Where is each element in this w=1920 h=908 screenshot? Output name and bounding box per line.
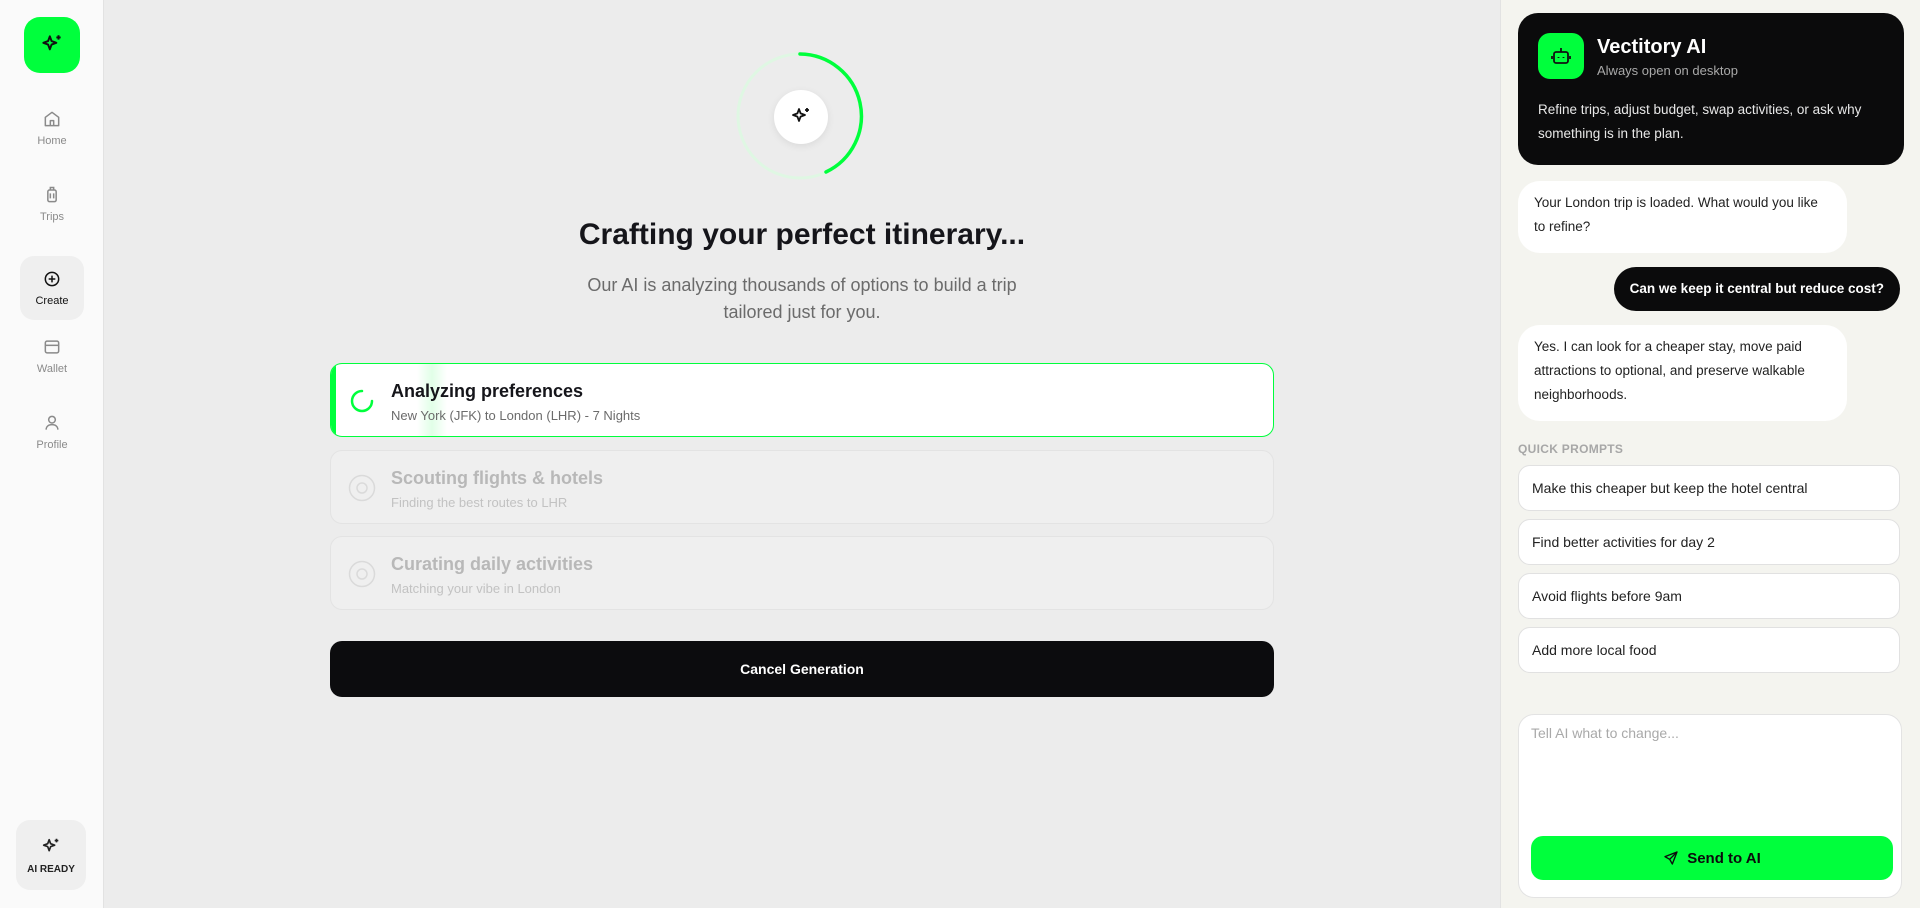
- ai-avatar: [1538, 33, 1584, 79]
- step-analyzing-preferences: Analyzing preferences New York (JFK) to …: [330, 363, 1274, 437]
- step-subtitle: New York (JFK) to London (LHR) - 7 Night…: [391, 408, 641, 423]
- ai-ready-label: AI READY: [27, 863, 75, 875]
- step-subtitle: Matching your vibe in London: [391, 581, 561, 596]
- nav-wallet[interactable]: Wallet: [20, 324, 84, 388]
- sidebar: Home Trips Create Wallet Profile AI READ…: [0, 0, 104, 908]
- chat-composer: Send to AI: [1518, 714, 1902, 898]
- luggage-icon: [47, 186, 57, 203]
- robot-icon: [1551, 48, 1571, 64]
- sparkles-icon: [42, 838, 59, 851]
- quick-prompt[interactable]: Add more local food: [1518, 627, 1900, 673]
- nav-home[interactable]: Home: [20, 96, 84, 160]
- plus-circle-icon: [44, 271, 60, 287]
- pending-circle-icon: [348, 474, 376, 502]
- send-to-ai-button[interactable]: Send to AI: [1531, 836, 1893, 880]
- chat-message-user: Can we keep it central but reduce cost?: [1613, 267, 1900, 311]
- cancel-generation-button[interactable]: Cancel Generation: [330, 641, 1274, 697]
- main-content: Crafting your perfect itinerary... Our A…: [104, 0, 1500, 908]
- nav-wallet-label: Wallet: [36, 363, 68, 375]
- step-scouting-flights: Scouting flights & hotels Finding the be…: [330, 450, 1274, 524]
- ai-assistant-panel: Vectitory AI Always open on desktop Refi…: [1500, 0, 1920, 908]
- quick-prompt[interactable]: Make this cheaper but keep the hotel cen…: [1518, 465, 1900, 511]
- step-curating-activities: Curating daily activities Matching your …: [330, 536, 1274, 610]
- chat-input[interactable]: [1531, 725, 1891, 825]
- step-title: Analyzing preferences: [391, 381, 584, 401]
- nav-trips[interactable]: Trips: [20, 172, 84, 236]
- sparkles-icon: [42, 35, 61, 51]
- send-label: Send to AI: [1687, 849, 1761, 867]
- ai-ready-badge: AI READY: [16, 820, 86, 890]
- spinner-center: [774, 90, 828, 144]
- loading-icon: [350, 389, 374, 413]
- quick-prompt[interactable]: Find better activities for day 2: [1518, 519, 1900, 565]
- user-icon: [45, 415, 59, 430]
- nav-trips-label: Trips: [39, 211, 65, 223]
- send-icon: [1664, 851, 1678, 865]
- nav-create[interactable]: Create: [20, 256, 84, 320]
- step-title: Curating daily activities: [391, 554, 594, 574]
- step-subtitle: Finding the best routes to LHR: [391, 495, 568, 510]
- ai-name: Vectitory AI: [1597, 36, 1707, 58]
- ai-description: Refine trips, adjust budget, swap activi…: [1538, 102, 1862, 141]
- page-subtitle: Our AI is analyzing thousands of options…: [587, 275, 1017, 322]
- page-title: Crafting your perfect itinerary...: [578, 218, 1026, 251]
- quick-prompt[interactable]: Avoid flights before 9am: [1518, 573, 1900, 619]
- step-title: Scouting flights & hotels: [391, 468, 603, 488]
- chat-message-ai: Yes. I can look for a cheaper stay, move…: [1518, 325, 1847, 421]
- ai-status: Always open on desktop: [1597, 63, 1738, 78]
- nav-create-label: Create: [35, 295, 69, 307]
- wallet-icon: [44, 340, 60, 354]
- app-logo[interactable]: [24, 17, 80, 73]
- quick-prompts-label: QUICK PROMPTS: [1518, 442, 1624, 456]
- nav-home-label: Home: [37, 135, 67, 147]
- home-icon: [44, 111, 60, 127]
- chat-message-ai: Your London trip is loaded. What would y…: [1518, 181, 1847, 253]
- pending-circle-icon: [348, 560, 376, 588]
- nav-profile-label: Profile: [36, 439, 68, 451]
- ai-header-card: Vectitory AI Always open on desktop Refi…: [1518, 13, 1904, 165]
- sparkles-icon: [792, 108, 809, 122]
- nav-profile[interactable]: Profile: [20, 400, 84, 464]
